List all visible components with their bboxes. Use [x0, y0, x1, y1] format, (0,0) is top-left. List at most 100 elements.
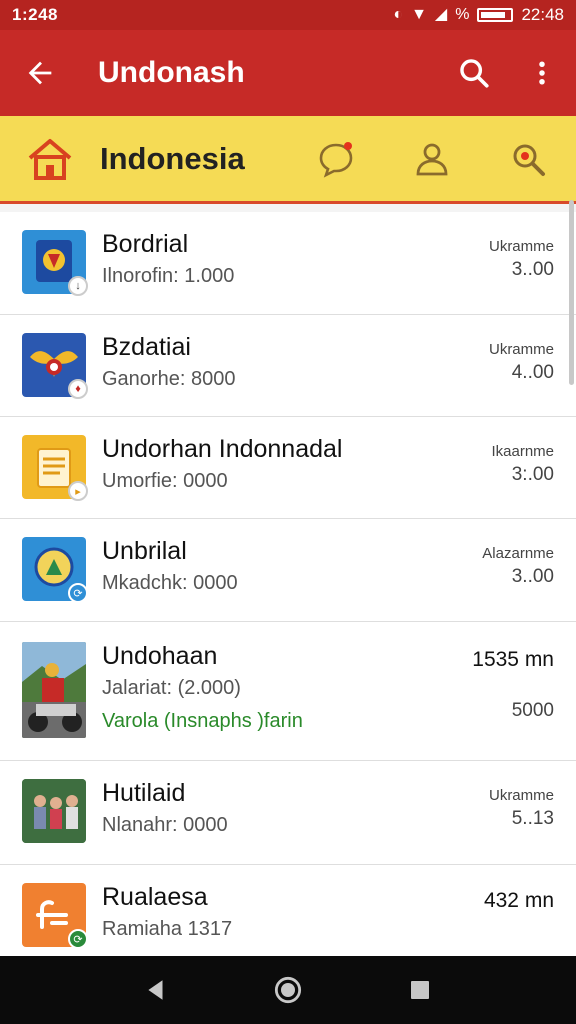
magnifier-icon [513, 144, 545, 176]
flame-badge-icon: ♦ [68, 379, 88, 399]
item-title: Hutilaid [102, 779, 186, 807]
system-nav-bar [0, 956, 576, 1024]
triangle-back-icon [148, 980, 163, 1000]
item-text: Undorhan Indonnadal Umorfie: 0000 [102, 435, 491, 493]
status-icons: ◐ ▼ ◢ % 22:48 [393, 5, 564, 25]
app-title: Undonash [98, 56, 245, 89]
group-photo [22, 779, 86, 843]
percent-icon: % [455, 6, 470, 23]
explore-tab[interactable] [480, 115, 576, 203]
do-not-disturb-icon: ◐ [393, 6, 404, 23]
chat-tab[interactable] [288, 115, 384, 203]
item-meta-value: 3..00 [511, 259, 554, 280]
item-subtitle: Ganorhe: 8000 [102, 368, 236, 390]
item-meta: Ukramme 3..00 [489, 238, 554, 281]
item-meta: 1535 mn 5000 [472, 648, 554, 722]
nav-recents-button[interactable] [390, 960, 450, 1020]
item-subtitle: Umorfie: 0000 [102, 470, 228, 492]
item-duration: 432 mn [483, 889, 554, 912]
item-title: Unbrilal [102, 537, 187, 565]
item-subtitle: Mkadchk: 0000 [102, 572, 238, 594]
back-button[interactable] [0, 30, 80, 116]
item-meta: Alazarnme 3..00 [482, 545, 554, 588]
list-item[interactable]: ⟳ Unbrilal Mkadchk: 0000 Alazarnme 3..00 [0, 519, 576, 622]
item-photo [22, 779, 86, 843]
item-subtitle: Jalariat: (2.000) [102, 677, 241, 699]
list-item[interactable]: ↓ Bordrial Ilnorofin: 1.000 Ukramme 3..0… [0, 212, 576, 315]
list-item[interactable]: ▸ Undorhan Indonnadal Umorfie: 0000 Ikaa… [0, 417, 576, 519]
list-item[interactable]: ⟳ Rualaesa Ramiaha 1317 432 mn [0, 865, 576, 956]
list-item[interactable]: ♦ Bzdatiai Ganorhe: 8000 Ukramme 4..00 [0, 315, 576, 417]
category-title: Indonesia [100, 140, 245, 176]
item-title: Bzdatiai [102, 333, 191, 361]
person-icon [416, 143, 448, 175]
item-thumbnail: ⟳ [22, 537, 88, 603]
item-thumbnail: ↓ [22, 230, 88, 296]
wifi-icon: ▼ [411, 6, 427, 23]
item-text: Hutilaid Nlanahr: 0000 [102, 779, 489, 837]
item-meta: Ikaarnme 3:.00 [491, 443, 554, 486]
item-photo [22, 642, 86, 738]
list-item[interactable]: Hutilaid Nlanahr: 0000 Ukramme 5..13 [0, 761, 576, 865]
app-bar: Undonash [0, 30, 576, 116]
category-tab-bar: Indonesia [0, 116, 576, 204]
profile-tab[interactable] [384, 115, 480, 203]
item-thumbnail: ♦ [22, 333, 88, 399]
item-meta-value: 3:.00 [511, 464, 554, 485]
item-meta-label: Ukramme [488, 238, 554, 255]
item-thumbnail: ⟳ [22, 883, 88, 949]
download-badge-icon: ↓ [68, 276, 88, 296]
item-title: Undohaan [102, 642, 218, 670]
nav-home-button[interactable] [258, 960, 318, 1020]
item-duration: 1535 mn [472, 648, 554, 671]
item-meta-value: 3..00 [511, 566, 554, 587]
item-meta: 432 mn [484, 889, 554, 913]
item-link-text[interactable]: Varola (Insnaphs )farin [102, 710, 472, 733]
item-text: Unbrilal Mkadchk: 0000 [102, 537, 482, 595]
item-meta-label: Alazarnme [482, 545, 554, 562]
signal-icon: ◢ [434, 6, 448, 23]
item-text: Bzdatiai Ganorhe: 8000 [102, 333, 489, 391]
sync-badge-icon: ⟳ [68, 583, 88, 603]
item-title: Bordrial [102, 230, 189, 258]
item-meta: Ukramme 5..13 [489, 787, 554, 830]
item-title: Rualaesa [102, 883, 208, 911]
home-tab[interactable] [0, 115, 100, 203]
play-badge-icon: ▸ [68, 481, 88, 501]
scrollbar[interactable] [569, 200, 574, 385]
item-thumbnail: ▸ [22, 435, 88, 501]
home-icon [28, 138, 72, 180]
square-recents-icon [411, 981, 429, 999]
item-text: Undohaan Jalariat: (2.000) Varola (Insna… [102, 642, 472, 733]
item-list: ↓ Bordrial Ilnorofin: 1.000 Ukramme 3..0… [0, 212, 576, 956]
search-button[interactable] [440, 30, 508, 116]
status-badge-icon: ⟳ [68, 929, 88, 949]
nav-back-button[interactable] [126, 960, 186, 1020]
item-subtitle: Ramiaha 1317 [102, 918, 233, 940]
battery-icon [477, 8, 514, 22]
chat-bubble-icon [319, 141, 353, 178]
search-icon [460, 59, 489, 88]
phone-screen: 1:248 ◐ ▼ ◢ % 22:48 Undonash Indonesia ↓… [0, 0, 576, 1024]
item-meta-label: Ukramme [488, 341, 554, 358]
item-text: Bordrial Ilnorofin: 1.000 [102, 230, 489, 288]
list-item[interactable]: Undohaan Jalariat: (2.000) Varola (Insna… [0, 622, 576, 761]
item-title: Undorhan Indonnadal [102, 435, 343, 463]
status-bar: 1:248 ◐ ▼ ◢ % 22:48 [0, 0, 576, 30]
status-time-left: 1:248 [12, 5, 58, 24]
item-subtitle: Nlanahr: 0000 [102, 814, 228, 836]
item-text: Rualaesa Ramiaha 1317 [102, 883, 484, 941]
item-meta-value: 5..13 [511, 808, 554, 829]
status-clock: 22:48 [521, 5, 564, 24]
item-meta-value: 5000 [511, 700, 554, 721]
more-options-button[interactable] [508, 30, 576, 116]
circle-home-icon [274, 976, 302, 1004]
item-subtitle: Ilnorofin: 1.000 [102, 265, 235, 287]
item-meta-value: 4..00 [511, 362, 554, 383]
item-meta: Ukramme 4..00 [489, 341, 554, 384]
item-meta-label: Ukramme [488, 787, 554, 804]
back-arrow-icon [28, 61, 52, 85]
motorbike-rider-photo [22, 642, 86, 738]
item-meta-label: Ikaarnme [491, 443, 554, 460]
more-vert-icon [539, 61, 545, 85]
